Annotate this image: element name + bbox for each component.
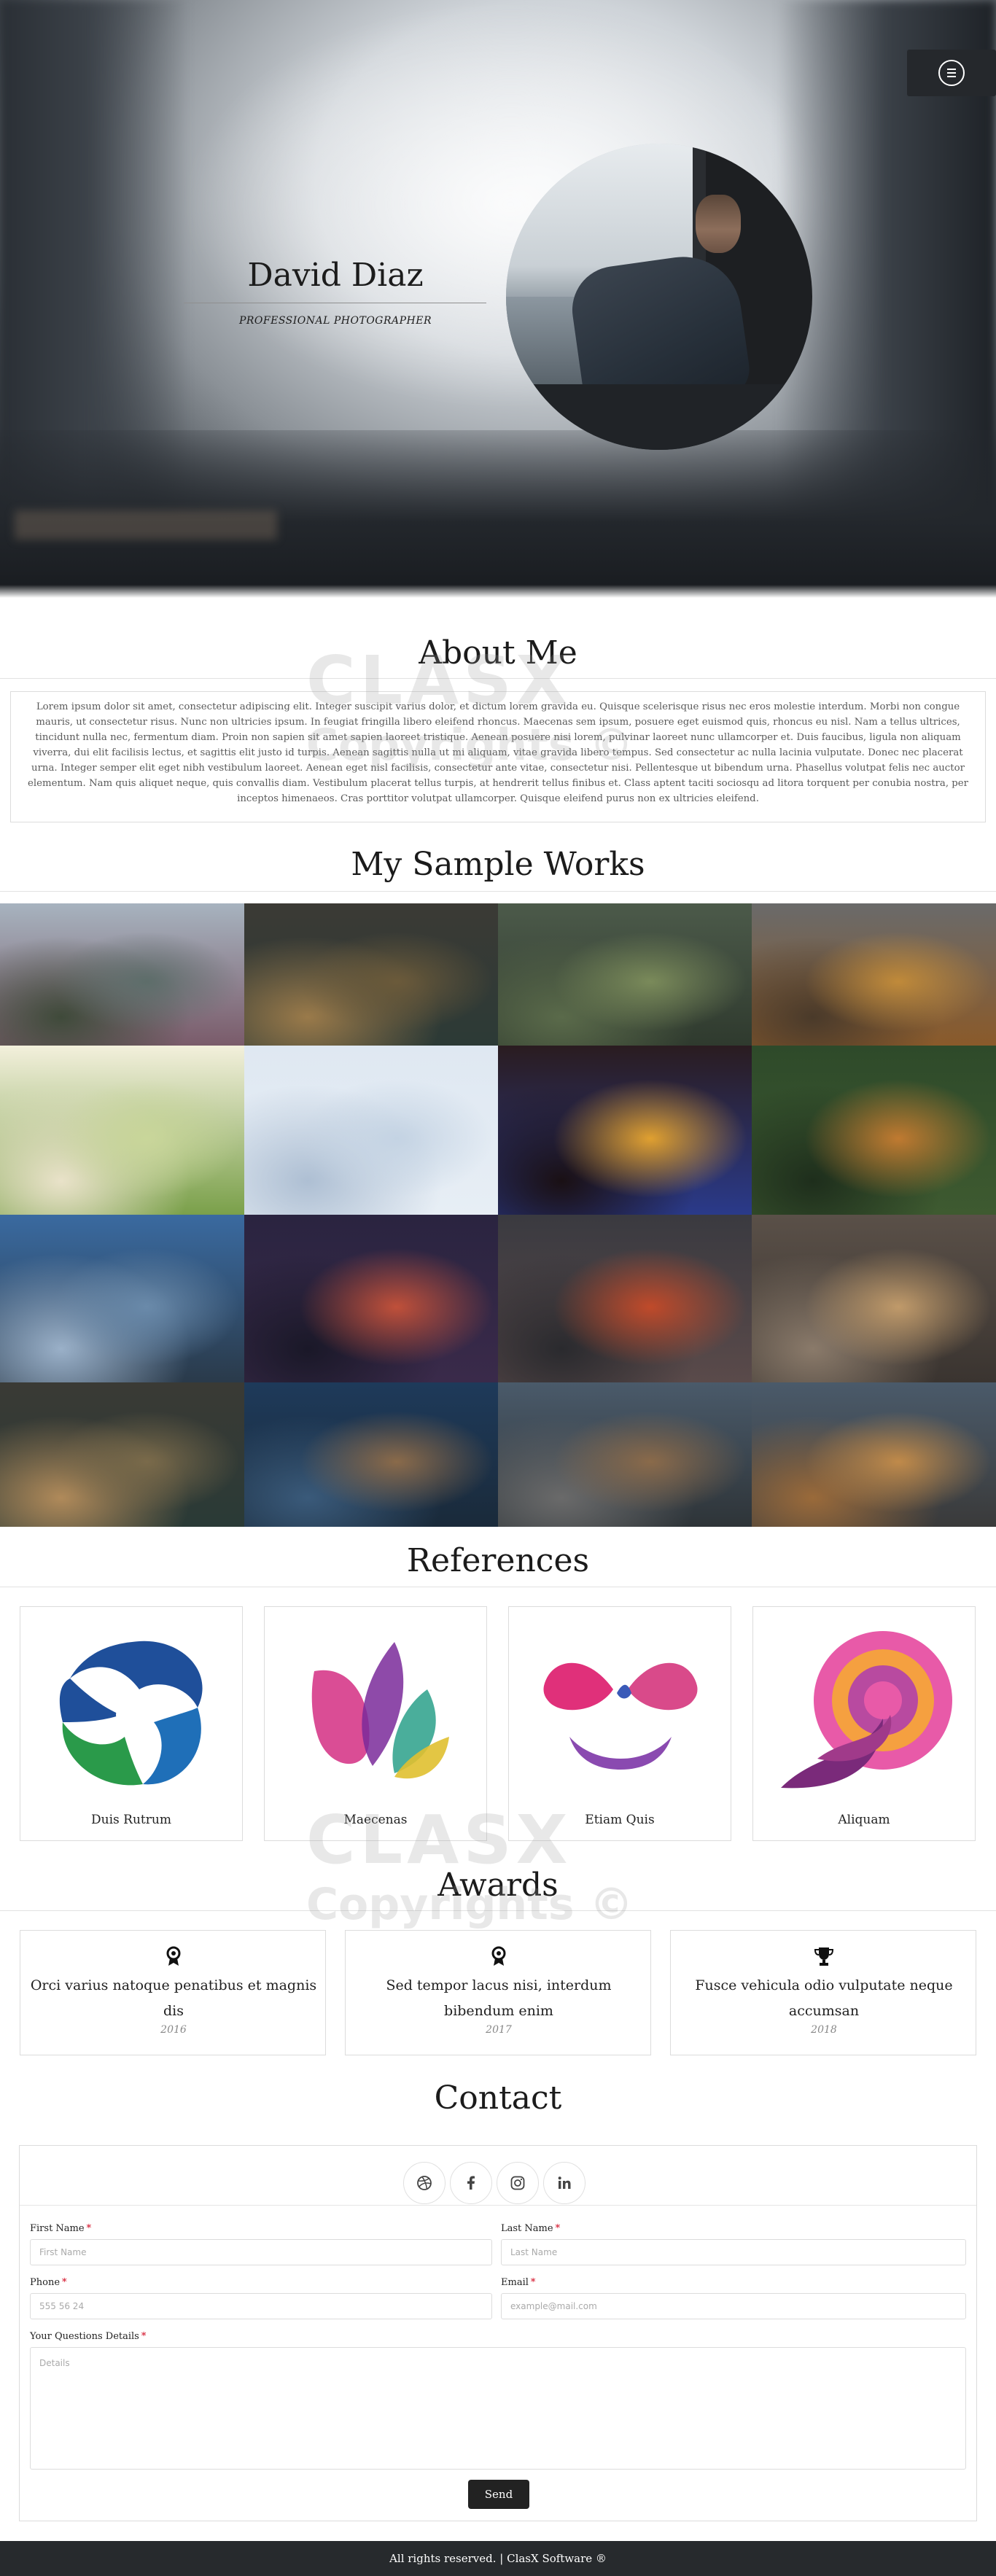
send-button[interactable]: Send xyxy=(468,2480,529,2509)
email-label: Email * xyxy=(501,2277,536,2288)
award-year: 2016 xyxy=(160,2024,187,2036)
about-title: About Me xyxy=(419,634,577,672)
contact-title: Contact xyxy=(434,2079,562,2117)
award-title: Sed tempor lacus nisi, interdum bibendum… xyxy=(386,1977,612,2019)
phone-field[interactable]: 555 56 24 xyxy=(30,2293,492,2319)
medal-icon xyxy=(166,1946,181,1966)
about-divider xyxy=(0,678,996,679)
mountain-path-photo[interactable] xyxy=(0,903,244,1046)
social-links xyxy=(20,2155,976,2206)
blue-room-photo[interactable] xyxy=(244,1382,498,1527)
award-year: 2018 xyxy=(811,2024,837,2036)
award-card: Fusce vehicula odio vulputate neque accu… xyxy=(670,1930,976,2055)
works-title: My Sample Works xyxy=(351,846,645,883)
dribbble-link[interactable] xyxy=(403,2162,446,2204)
paris-sunset-photo[interactable] xyxy=(498,1215,752,1382)
neon-street-photo[interactable] xyxy=(244,1215,498,1382)
details-label: Your Questions Details * xyxy=(30,2331,147,2342)
award-card: Sed tempor lacus nisi, interdum bibendum… xyxy=(345,1930,651,2055)
email-field[interactable]: example@mail.com xyxy=(501,2293,966,2319)
last-name-label: Last Name * xyxy=(501,2223,561,2234)
woman-meadow-photo[interactable] xyxy=(0,1046,244,1215)
award-year: 2017 xyxy=(486,2024,512,2036)
lake-house-photo[interactable] xyxy=(0,1382,244,1527)
reference-card[interactable]: Duis Rutrum xyxy=(20,1606,243,1841)
reference-card[interactable]: Maecenas xyxy=(264,1606,487,1841)
first-name-label: First Name * xyxy=(30,2223,92,2234)
linkedin-icon xyxy=(558,2176,571,2189)
dribbble-icon xyxy=(417,2176,432,2190)
about-text: Lorem ipsum dolor sit amet, consectetur … xyxy=(10,691,986,822)
details-textarea[interactable]: Details xyxy=(30,2347,966,2470)
menu-button[interactable] xyxy=(907,50,996,96)
footer: All rights reserved. | ClasX Software ® xyxy=(0,2541,996,2576)
medal-icon xyxy=(491,1946,506,1966)
references-title: References xyxy=(406,1542,590,1579)
reference-card[interactable]: Etiam Quis xyxy=(508,1606,731,1841)
awards-divider xyxy=(0,1910,996,1911)
works-divider xyxy=(0,891,996,892)
swirl-logo-icon xyxy=(59,1641,203,1786)
last-name-field[interactable]: Last Name xyxy=(501,2239,966,2265)
trophy-icon xyxy=(814,1947,834,1966)
hero-background-detail xyxy=(15,510,277,540)
award-title: Orci varius natoque penatibus et magnis … xyxy=(30,1977,317,2019)
hero-name: David Diaz xyxy=(247,257,424,294)
busy-street-photo[interactable] xyxy=(752,1215,996,1382)
reference-card[interactable]: Aliquam xyxy=(752,1606,976,1841)
bridge-city-photo[interactable] xyxy=(498,1382,752,1527)
reference-label: Etiam Quis xyxy=(585,1813,655,1827)
city-skyline-photo[interactable] xyxy=(0,1215,244,1382)
reference-label: Duis Rutrum xyxy=(91,1813,171,1827)
facebook-icon xyxy=(467,2176,475,2190)
spiral-logo-icon xyxy=(781,1631,952,1789)
award-title: Fusce vehicula odio vulputate neque accu… xyxy=(695,1977,953,2019)
phone-label: Phone * xyxy=(30,2277,67,2288)
reference-label: Maecenas xyxy=(343,1813,408,1827)
hero-subtitle: PROFESSIONAL PHOTOGRAPHER xyxy=(238,315,432,327)
tiger-photo[interactable] xyxy=(752,1046,996,1215)
award-card: Orci varius natoque penatibus et magnis … xyxy=(20,1930,326,2055)
arctic-fox-photo[interactable] xyxy=(244,1046,498,1215)
hero-section: David Diaz PROFESSIONAL PHOTOGRAPHER xyxy=(0,0,996,598)
hero-portrait-photo xyxy=(506,144,812,450)
parrot-photo[interactable] xyxy=(498,1046,752,1215)
petals-logo-icon xyxy=(311,1642,449,1779)
instagram-link[interactable] xyxy=(497,2162,539,2204)
canyon-sunset-photo[interactable] xyxy=(752,903,996,1046)
lake-tree-photo[interactable] xyxy=(244,903,498,1046)
menu-icon xyxy=(938,60,965,86)
canal-sunset-photo[interactable] xyxy=(752,1382,996,1527)
linkedin-link[interactable] xyxy=(543,2162,585,2204)
contact-form: First Name * First Name Last Name * Last N… xyxy=(19,2145,977,2521)
works-gallery xyxy=(0,903,996,1527)
reference-label: Aliquam xyxy=(838,1813,890,1827)
first-name-field[interactable]: First Name xyxy=(30,2239,492,2265)
green-valley-photo[interactable] xyxy=(498,903,752,1046)
instagram-icon xyxy=(510,2176,525,2190)
awards-title: Awards xyxy=(437,1867,559,1904)
facebook-link[interactable] xyxy=(450,2162,492,2204)
smile-logo-icon xyxy=(543,1662,698,1770)
